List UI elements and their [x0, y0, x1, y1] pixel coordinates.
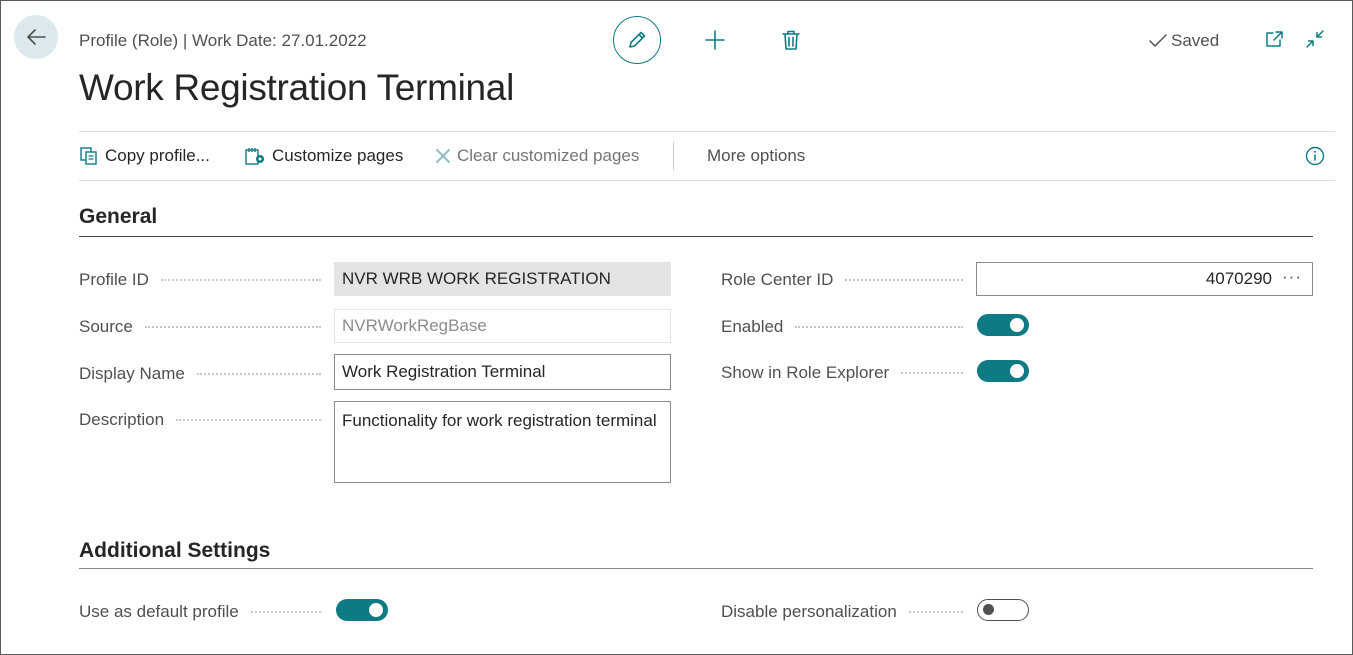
- info-button[interactable]: [1304, 145, 1326, 167]
- customize-icon: [245, 148, 264, 165]
- disable-personalization-label-text: Disable personalization: [721, 602, 897, 621]
- delete-button[interactable]: [778, 26, 804, 54]
- close-icon: [436, 149, 450, 163]
- leader-dots: [160, 279, 321, 281]
- back-arrow-icon: [27, 29, 46, 45]
- display-name-label: Display Name: [79, 363, 327, 385]
- page-caption: Profile (Role) | Work Date: 27.01.2022: [79, 31, 367, 50]
- toggle-knob: [369, 603, 383, 617]
- leader-dots: [908, 611, 963, 613]
- show-in-role-explorer-label-text: Show in Role Explorer: [721, 363, 890, 382]
- toggle-knob: [983, 604, 994, 615]
- leader-dots: [845, 279, 963, 281]
- new-button[interactable]: [701, 26, 729, 54]
- toggle-knob: [1010, 364, 1024, 378]
- enabled-label: Enabled: [721, 316, 969, 338]
- collapse-button[interactable]: [1303, 27, 1327, 51]
- leader-dots: [795, 326, 963, 328]
- additional-settings-section-rule: [79, 568, 1313, 569]
- saved-label: Saved: [1171, 31, 1220, 50]
- customize-pages-action[interactable]: Customize pages: [244, 132, 403, 180]
- description-label-text: Description: [79, 410, 165, 429]
- description-field[interactable]: Functionality for work registration term…: [334, 401, 671, 483]
- checkmark-icon: [1149, 34, 1167, 48]
- toggle-knob: [1010, 318, 1024, 332]
- pop-out-icon: [1266, 31, 1283, 47]
- action-bar-divider: [673, 142, 674, 170]
- info-icon: [1305, 146, 1325, 166]
- trash-icon: [782, 30, 800, 50]
- action-bar: Copy profile... Customize pages Clear cu…: [79, 131, 1335, 181]
- leader-dots: [144, 326, 321, 328]
- role-center-id-value: 4070290: [1205, 269, 1272, 288]
- use-as-default-profile-toggle[interactable]: [336, 599, 388, 621]
- show-in-role-explorer-label: Show in Role Explorer: [721, 362, 969, 384]
- open-new-window-button[interactable]: [1263, 27, 1287, 51]
- profile-id-label-text: Profile ID: [79, 270, 149, 289]
- use-as-default-profile-label: Use as default profile: [79, 601, 327, 623]
- copy-profile-action[interactable]: Copy profile...: [79, 132, 210, 180]
- disable-personalization-toggle[interactable]: [977, 599, 1029, 621]
- leader-dots: [196, 373, 321, 375]
- save-status: Saved: [1149, 31, 1219, 51]
- profile-id-field[interactable]: NVR WRB WORK REGISTRATION: [334, 262, 671, 296]
- lookup-ellipsis-button[interactable]: ···: [1282, 267, 1302, 287]
- pencil-icon: [629, 31, 646, 48]
- use-as-default-profile-label-text: Use as default profile: [79, 602, 239, 621]
- edit-button[interactable]: [613, 16, 661, 64]
- display-name-label-text: Display Name: [79, 364, 185, 383]
- show-in-role-explorer-toggle[interactable]: [977, 360, 1029, 382]
- clear-customized-pages-action[interactable]: Clear customized pages: [435, 132, 639, 180]
- display-name-field[interactable]: Work Registration Terminal: [334, 354, 671, 390]
- disable-personalization-label: Disable personalization: [721, 601, 969, 623]
- more-options-label: More options: [707, 146, 806, 165]
- source-label: Source: [79, 316, 327, 338]
- additional-settings-section-title[interactable]: Additional Settings: [79, 539, 270, 563]
- copy-profile-label: Copy profile...: [105, 146, 210, 165]
- source-field[interactable]: NVRWorkRegBase: [334, 309, 671, 343]
- more-options-action[interactable]: More options: [707, 132, 805, 180]
- role-center-id-label: Role Center ID: [721, 269, 969, 291]
- role-center-id-label-text: Role Center ID: [721, 270, 834, 289]
- enabled-label-text: Enabled: [721, 317, 784, 336]
- leader-dots: [250, 611, 321, 613]
- enabled-toggle[interactable]: [977, 314, 1029, 336]
- copy-icon: [80, 147, 97, 165]
- role-center-id-field[interactable]: 4070290 ···: [976, 262, 1313, 296]
- page-title: Work Registration Terminal: [79, 67, 514, 108]
- description-label: Description: [79, 409, 327, 431]
- profile-id-label: Profile ID: [79, 269, 327, 291]
- customize-pages-label: Customize pages: [272, 146, 404, 165]
- back-button[interactable]: [14, 15, 58, 59]
- source-label-text: Source: [79, 317, 133, 336]
- clear-customized-pages-label: Clear customized pages: [457, 146, 640, 165]
- leader-dots: [176, 419, 321, 421]
- general-section-rule: [79, 236, 1313, 237]
- collapse-icon: [1306, 30, 1324, 48]
- page-frame: Profile (Role) | Work Date: 27.01.2022 W…: [0, 0, 1353, 655]
- leader-dots: [901, 372, 963, 374]
- plus-icon: [705, 30, 725, 50]
- general-section-title[interactable]: General: [79, 205, 157, 229]
